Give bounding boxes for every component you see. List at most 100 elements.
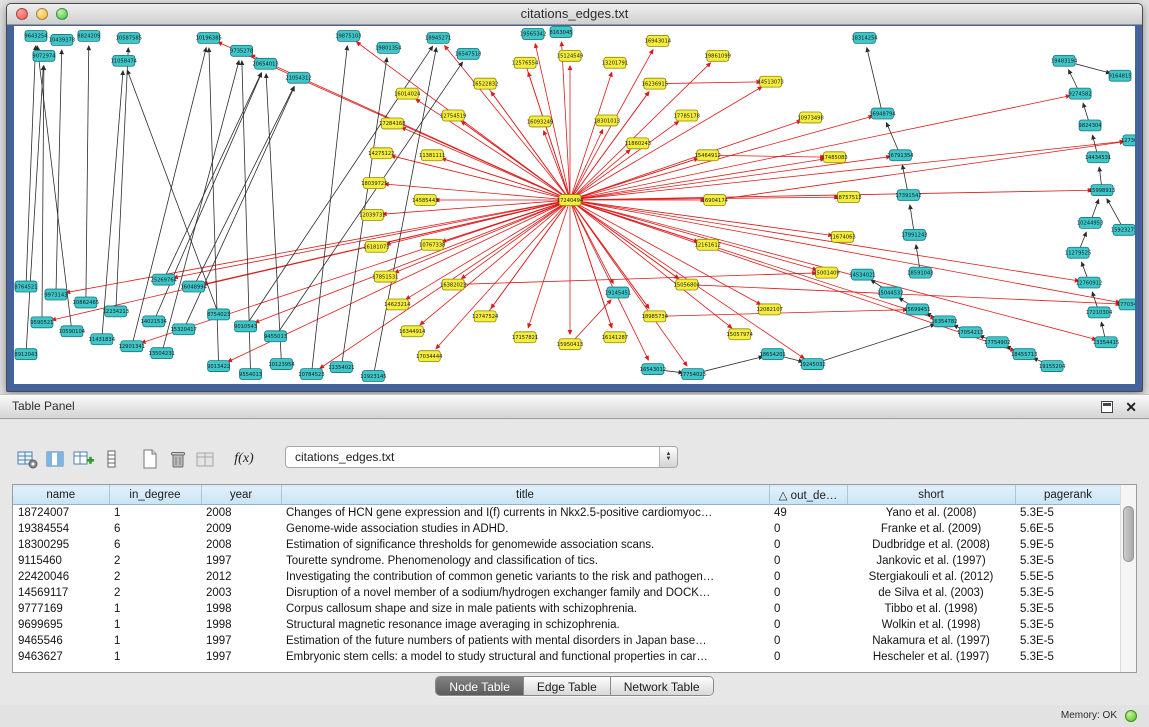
graph-node[interactable]: 17785178 xyxy=(674,110,700,121)
graph-node[interactable]: 16547518 xyxy=(455,48,481,59)
graph-node[interactable]: 17284168 xyxy=(379,118,405,129)
graph-node[interactable]: 10439378 xyxy=(49,34,75,45)
graph-node[interactable]: 11058474 xyxy=(111,55,137,66)
graph-node[interactable]: 17851531 xyxy=(372,271,398,282)
graph-node[interactable]: 16791354 xyxy=(887,150,913,161)
graph-node[interactable]: 25269764 xyxy=(151,274,177,285)
table-row[interactable]: 969969511998Structural magnetic resonanc… xyxy=(13,617,1121,633)
graph-node[interactable]: 13354415 xyxy=(1093,337,1119,348)
graph-node[interactable]: 17210304 xyxy=(1086,307,1112,318)
minimize-window-button[interactable] xyxy=(36,8,48,20)
table-row[interactable]: 1830029562008Estimation of significance … xyxy=(13,537,1121,553)
graph-node[interactable]: 10123954 xyxy=(268,359,294,370)
graph-node[interactable]: 18985734 xyxy=(642,311,668,322)
graph-node[interactable]: 18591043 xyxy=(907,267,933,278)
graph-node[interactable]: 15124549 xyxy=(557,50,583,61)
graph-node[interactable]: 14534021 xyxy=(849,269,875,280)
graph-node[interactable]: 19155204 xyxy=(1039,361,1065,372)
float-panel-icon[interactable] xyxy=(1101,401,1113,413)
close-window-button[interactable] xyxy=(16,8,28,20)
graph-node[interactable]: 17240494 xyxy=(557,195,583,206)
column-header-out_de[interactable]: △ out_de… xyxy=(769,486,847,505)
graph-node[interactable]: 10862465 xyxy=(73,297,99,308)
graph-node[interactable]: 18455713 xyxy=(1011,349,1037,360)
graph-node[interactable]: 15056804 xyxy=(674,279,700,290)
combo-stepper-icon[interactable]: ▲▼ xyxy=(659,447,677,467)
graph-node[interactable]: 9455013 xyxy=(264,331,287,342)
graph-node[interactable]: 16948794 xyxy=(869,108,895,119)
graph-node[interactable]: 17157821 xyxy=(512,332,538,343)
graph-node[interactable]: 16236915 xyxy=(642,78,668,89)
graph-node[interactable]: 15699451 xyxy=(904,304,930,315)
graph-node[interactable]: 10784523 xyxy=(298,369,324,380)
graph-node[interactable]: 17054213 xyxy=(957,327,983,338)
graph-node[interactable]: 16093249 xyxy=(527,116,553,127)
zoom-window-button[interactable] xyxy=(56,8,68,20)
graph-node[interactable]: 14513073 xyxy=(757,76,783,87)
show-columns-button[interactable] xyxy=(42,446,70,472)
column-header-year[interactable]: year xyxy=(201,486,281,505)
graph-node[interactable]: 12754519 xyxy=(440,110,466,121)
graph-node[interactable]: 14623214 xyxy=(384,299,410,310)
graph-node[interactable]: 10590104 xyxy=(59,326,85,337)
graph-node[interactable]: 14021534 xyxy=(141,316,167,327)
graph-node[interactable]: 9735278 xyxy=(230,45,253,56)
graph-node[interactable]: 12082107 xyxy=(756,304,782,315)
table-mode-button[interactable] xyxy=(14,446,42,472)
graph-node[interactable]: 11674063 xyxy=(829,231,855,242)
graph-node[interactable]: 19483194 xyxy=(1051,55,1077,66)
graph-node[interactable]: 19145451 xyxy=(605,287,631,298)
graph-node[interactable]: 12576554 xyxy=(512,57,538,68)
graph-node[interactable]: 11381111 xyxy=(419,150,445,161)
graph-node[interactable]: 10587585 xyxy=(116,32,142,43)
graph-node[interactable]: 17754023 xyxy=(680,369,706,380)
graph-node[interactable]: 12760912 xyxy=(1076,277,1102,288)
graph-node[interactable]: 15001409 xyxy=(813,267,839,278)
graph-node[interactable]: 18301013 xyxy=(594,115,620,126)
vertical-scrollbar[interactable] xyxy=(1120,485,1136,672)
graph-node[interactable]: 12161612 xyxy=(695,239,721,250)
graph-node[interactable]: 9013422 xyxy=(207,361,230,372)
table-selector-combo[interactable]: citations_edges.txt ▲▼ xyxy=(285,446,678,468)
graph-node[interactable]: 9010543 xyxy=(234,321,257,332)
tab-network-table[interactable]: Network Table xyxy=(611,677,713,695)
graph-node[interactable]: 11354021 xyxy=(328,362,354,373)
table-row[interactable]: 1872400712008Changes of HCN gene express… xyxy=(13,505,1121,521)
graph-node[interactable]: 10244953 xyxy=(1077,217,1103,228)
graph-node[interactable]: 15320417 xyxy=(171,324,197,335)
graph-node[interactable]: 12039731 xyxy=(359,209,385,220)
graph-node[interactable]: 20654013 xyxy=(252,58,278,69)
graph-node[interactable]: 9554013 xyxy=(239,369,262,380)
scrollbar-thumb[interactable] xyxy=(1123,506,1134,562)
graph-node[interactable]: 9643254 xyxy=(24,30,47,41)
network-canvas[interactable]: 17240494 15124549 12576554 16522832 12754519… xyxy=(14,26,1135,384)
graph-node[interactable]: 18039725 xyxy=(361,178,387,189)
graph-node[interactable]: 18314254 xyxy=(851,32,877,43)
table-row[interactable]: 946362711997Embryonic stem cells: a mode… xyxy=(13,649,1121,665)
graph-node[interactable]: 17034444 xyxy=(416,351,442,362)
graph-node[interactable]: 16904174 xyxy=(702,195,728,206)
table-row[interactable]: 1456911722003Disruption of a novel membe… xyxy=(13,585,1121,601)
new-table-button[interactable] xyxy=(136,446,164,472)
column-header-short[interactable]: short xyxy=(847,486,1015,505)
tab-node-table[interactable]: Node Table xyxy=(436,677,524,695)
graph-node[interactable]: 12234213 xyxy=(103,306,129,317)
import-table-button[interactable] xyxy=(192,446,220,472)
table-row[interactable]: 977716911998Corpus callosum shape and si… xyxy=(13,601,1121,617)
graph-node[interactable]: 8754023 xyxy=(207,309,230,320)
graph-node[interactable]: 13504231 xyxy=(149,348,175,359)
graph-node[interactable]: 18654201 xyxy=(759,349,785,360)
graph-node[interactable]: 16522832 xyxy=(472,78,498,89)
function-builder-button[interactable]: f(x) xyxy=(230,446,258,472)
graph-node[interactable]: 16943014 xyxy=(645,35,671,46)
close-panel-icon[interactable]: ✕ xyxy=(1125,397,1137,417)
graph-node[interactable]: 19245032 xyxy=(799,359,825,370)
graph-node[interactable]: 15950413 xyxy=(557,339,583,350)
graph-node[interactable]: 9072974 xyxy=(32,50,55,61)
graph-node[interactable]: 16344914 xyxy=(399,326,425,337)
graph-node[interactable]: 10973498 xyxy=(797,112,823,123)
graph-node[interactable]: 12901341 xyxy=(119,341,145,352)
graph-node[interactable]: 18945271 xyxy=(425,32,451,43)
graph-node[interactable]: 19565342 xyxy=(520,28,546,39)
graph-node[interactable]: 17485083 xyxy=(821,152,847,163)
